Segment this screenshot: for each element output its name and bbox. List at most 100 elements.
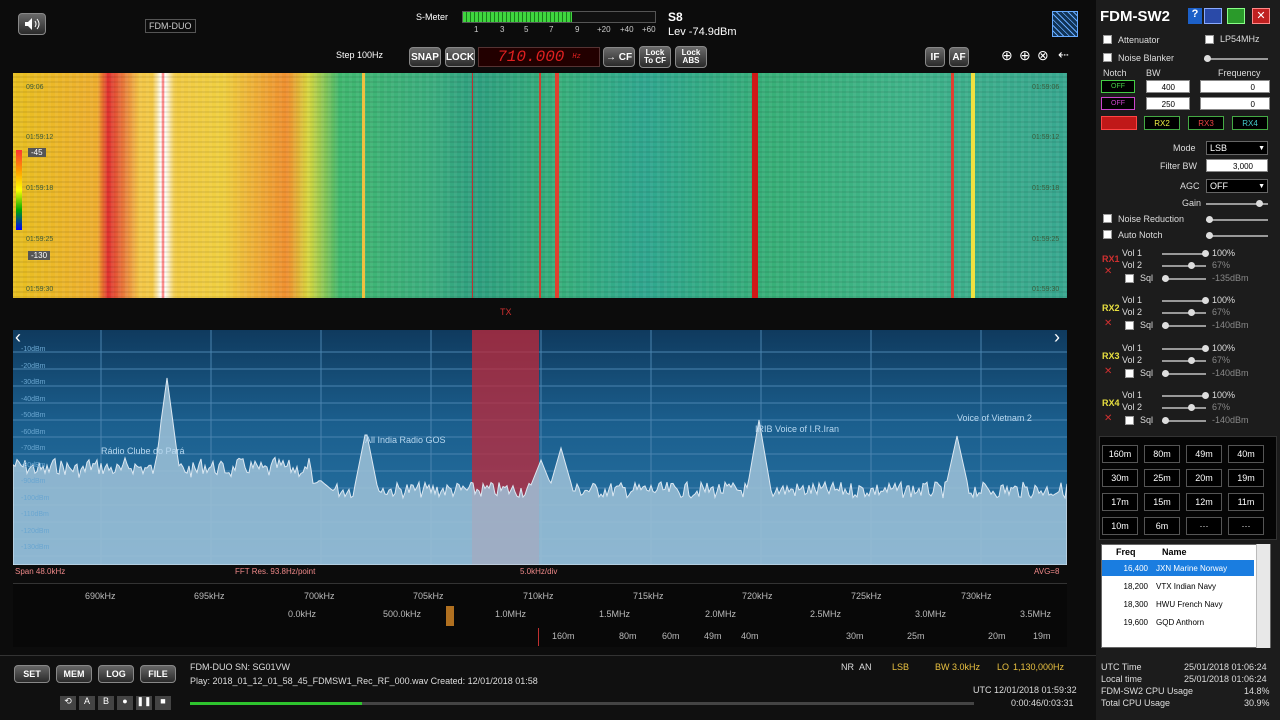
speaker-muted-icon[interactable]: ✕ (1104, 413, 1112, 424)
sql-slider[interactable] (1162, 322, 1206, 329)
speaker-muted-icon[interactable]: ✕ (1104, 266, 1112, 277)
mem-button[interactable]: MEM (56, 665, 92, 683)
slider-knob[interactable] (1202, 250, 1209, 257)
band-button[interactable]: 6m (1144, 517, 1180, 535)
slider-knob[interactable] (1202, 297, 1209, 304)
vol2-slider[interactable] (1162, 404, 1206, 411)
notch2-freq[interactable]: 0 (1200, 97, 1270, 110)
slider-knob[interactable] (1188, 404, 1195, 411)
notch2-toggle[interactable]: OFF (1101, 97, 1135, 110)
log-button[interactable]: LOG (98, 665, 134, 683)
auto-notch-slider[interactable] (1206, 232, 1268, 239)
if-button[interactable]: IF (925, 47, 945, 67)
band-button[interactable]: 11m (1228, 493, 1264, 511)
notch2-bw[interactable]: 250 (1146, 97, 1190, 110)
rx2-tab[interactable]: RX2 (1144, 116, 1180, 130)
help-icon[interactable]: ? (1188, 8, 1202, 24)
band-button[interactable]: 25m (1144, 469, 1180, 487)
slider-knob[interactable] (1188, 357, 1195, 364)
table-row[interactable]: 19,600 GQD Anthorn (1102, 614, 1254, 630)
band-button[interactable]: 40m (1228, 445, 1264, 463)
vol2-slider[interactable] (1162, 309, 1206, 316)
band-button[interactable]: 20m (1186, 469, 1222, 487)
a-marker-icon[interactable]: A (79, 696, 95, 710)
pause-icon[interactable]: ❚❚ (136, 696, 152, 710)
set-button[interactable]: SET (14, 665, 50, 683)
sql-slider[interactable] (1162, 275, 1206, 282)
band-button[interactable]: 19m (1228, 469, 1264, 487)
lock-button[interactable]: LOCK (445, 47, 475, 67)
b-marker-icon[interactable]: B (98, 696, 114, 710)
band-button[interactable]: 80m (1144, 445, 1180, 463)
cf-button[interactable]: → CF (603, 47, 635, 67)
speaker-button[interactable] (18, 13, 46, 35)
table-row[interactable]: 16,400 JXN Marine Norway (1102, 560, 1254, 576)
agc-select[interactable]: OFF ▼ (1206, 179, 1268, 193)
vol1-slider[interactable] (1162, 297, 1209, 304)
rx3-tab[interactable]: RX3 (1188, 116, 1224, 130)
vol2-slider[interactable] (1162, 262, 1206, 269)
sql-slider[interactable] (1162, 370, 1206, 377)
sql-checkbox[interactable] (1125, 369, 1134, 378)
band-button[interactable]: 15m (1144, 493, 1180, 511)
minimize-icon[interactable] (1204, 8, 1222, 24)
slider-knob[interactable] (1202, 392, 1209, 399)
sql-checkbox[interactable] (1125, 321, 1134, 330)
attenuator-checkbox[interactable] (1103, 35, 1112, 44)
table-row[interactable]: 18,200 VTX Indian Navy (1102, 578, 1254, 594)
slider-knob[interactable] (1162, 275, 1169, 282)
filter-bw-input[interactable]: 3,000 (1206, 159, 1268, 172)
vol1-slider[interactable] (1162, 392, 1209, 399)
mode-select[interactable]: LSB ▼ (1206, 141, 1268, 155)
sql-checkbox[interactable] (1125, 416, 1134, 425)
band-button[interactable]: 17m (1102, 493, 1138, 511)
notch1-freq[interactable]: 0 (1200, 80, 1270, 93)
af-button[interactable]: AF (949, 47, 969, 67)
auto-notch-checkbox[interactable] (1103, 230, 1112, 239)
band-button[interactable]: 12m (1186, 493, 1222, 511)
playback-progress[interactable] (190, 702, 974, 705)
frequency-display[interactable]: 710.000 Hz (478, 47, 600, 67)
band-button[interactable]: 49m (1186, 445, 1222, 463)
table-scrollbar[interactable] (1256, 544, 1270, 648)
slider-knob[interactable] (1162, 417, 1169, 424)
lock-abs-button[interactable]: Lock ABS (675, 46, 707, 68)
rx4-tab[interactable]: RX4 (1232, 116, 1268, 130)
record-icon[interactable]: ● (117, 696, 133, 710)
maximize-icon[interactable] (1227, 8, 1245, 24)
noise-blanker-checkbox[interactable] (1103, 53, 1112, 62)
arrow-left-icon[interactable]: ⇠ (1058, 47, 1069, 63)
lp54-checkbox[interactable] (1205, 35, 1214, 44)
spectrum-display[interactable]: -10dBm -20dBm -30dBm -40dBm -50dBm -60dBm -70d… (13, 330, 1067, 565)
band-button[interactable]: 10m (1102, 517, 1138, 535)
waterfall-display[interactable] (13, 73, 1067, 298)
zoom-fit-icon[interactable]: ⊕ (1019, 47, 1031, 64)
sql-checkbox[interactable] (1125, 274, 1134, 283)
vol1-slider[interactable] (1162, 250, 1209, 257)
rx1-tab[interactable] (1101, 116, 1137, 130)
zoom-in-icon[interactable]: ⊕ (1001, 47, 1013, 64)
noise-blanker-slider[interactable] (1204, 55, 1268, 62)
lock-to-cf-button[interactable]: Lock To CF (639, 46, 671, 68)
loop-icon[interactable]: ⟲ (60, 696, 76, 710)
slider-knob[interactable] (1162, 370, 1169, 377)
stop-icon[interactable]: ■ (155, 696, 171, 710)
vol2-slider[interactable] (1162, 357, 1206, 364)
table-header-name[interactable]: Name (1162, 547, 1187, 557)
slider-knob[interactable] (1162, 322, 1169, 329)
spectrum-right-arrow[interactable]: › (1054, 327, 1060, 348)
zoom-out-icon[interactable]: ⊗ (1037, 47, 1049, 64)
vol1-slider[interactable] (1162, 345, 1209, 352)
speaker-muted-icon[interactable]: ✕ (1104, 366, 1112, 377)
slider-knob[interactable] (1202, 345, 1209, 352)
grid-icon[interactable] (1052, 11, 1078, 37)
table-header-freq[interactable]: Freq (1116, 547, 1136, 557)
notch1-bw[interactable]: 400 (1146, 80, 1190, 93)
band-button[interactable]: ··· (1186, 517, 1222, 535)
close-icon[interactable]: ✕ (1252, 8, 1270, 24)
speaker-muted-icon[interactable]: ✕ (1104, 318, 1112, 329)
slider-knob[interactable] (1188, 262, 1195, 269)
snap-button[interactable]: SNAP (409, 47, 441, 67)
noise-reduction-checkbox[interactable] (1103, 214, 1112, 223)
band-button[interactable]: ··· (1228, 517, 1264, 535)
